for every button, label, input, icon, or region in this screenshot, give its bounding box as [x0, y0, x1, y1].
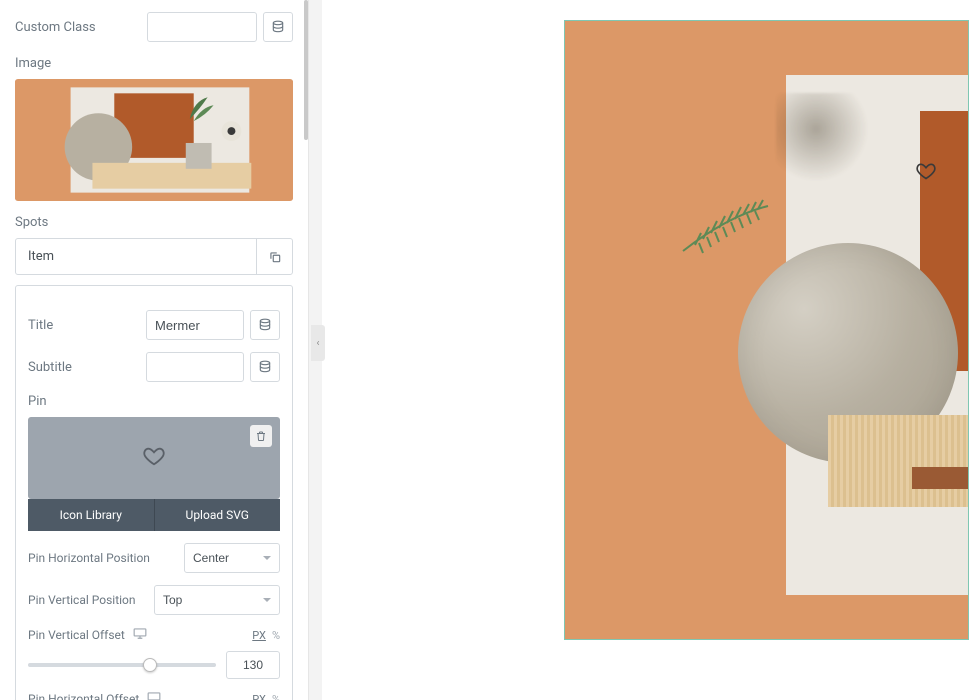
image-label: Image: [15, 56, 293, 71]
custom-class-row: Custom Class: [15, 12, 293, 42]
pin-v-offset-units: PX %: [252, 629, 280, 642]
custom-class-input[interactable]: [147, 12, 257, 42]
unit-percent[interactable]: %: [272, 693, 280, 700]
database-icon: [258, 360, 272, 374]
pin-icon-section: Icon Library Upload SVG: [28, 417, 280, 531]
copy-icon: [268, 250, 282, 264]
subtitle-controls: [80, 352, 280, 382]
pin-delete-button[interactable]: [250, 425, 272, 447]
subtitle-input[interactable]: [146, 352, 244, 382]
pin-h-offset-units: PX %: [252, 693, 280, 700]
pin-icon-preview[interactable]: [28, 417, 280, 499]
pin-h-position-row: Pin Horizontal Position Center: [28, 543, 280, 573]
pin-label: Pin: [28, 394, 280, 409]
title-row: Title: [28, 310, 280, 340]
decor-wood-strip: [912, 467, 968, 489]
pin-v-offset-input[interactable]: [226, 651, 280, 679]
preview-area: [322, 0, 969, 700]
title-controls: [61, 310, 280, 340]
title-input[interactable]: [146, 310, 244, 340]
trash-icon: [255, 430, 267, 442]
pin-h-position-select[interactable]: Center: [184, 543, 280, 573]
title-dynamic-button[interactable]: [250, 310, 280, 340]
pin-v-offset-row: Pin Vertical Offset PX %: [28, 627, 280, 679]
pin-h-offset-head: Pin Horizontal Offset PX %: [28, 691, 280, 700]
title-label: Title: [28, 318, 53, 333]
image-picker[interactable]: [15, 79, 293, 201]
spots-item[interactable]: Item: [16, 239, 256, 274]
decor-rosemary: [673, 196, 773, 266]
chevron-left-icon: ‹: [316, 338, 319, 349]
image-thumbnail: [15, 79, 293, 201]
custom-class-label: Custom Class: [15, 20, 96, 35]
properties-sidebar: Custom Class Image Spots Item: [0, 0, 308, 700]
pin-v-offset-body: [28, 651, 280, 679]
pin-h-offset-label: Pin Horizontal Offset: [28, 692, 139, 700]
responsive-device-icon[interactable]: [133, 627, 147, 643]
responsive-device-icon[interactable]: [147, 691, 161, 700]
pin-v-position-select[interactable]: Top: [154, 585, 280, 615]
pin-v-position-row: Pin Vertical Position Top: [28, 585, 280, 615]
unit-px[interactable]: PX: [252, 629, 266, 642]
decor-speckle: [776, 93, 876, 183]
custom-class-controls: [104, 12, 293, 42]
subtitle-label: Subtitle: [28, 360, 72, 375]
pin-v-offset-slider[interactable]: [28, 663, 216, 667]
pin-h-offset-row: Pin Horizontal Offset PX %: [28, 691, 280, 700]
subtitle-row: Subtitle: [28, 352, 280, 382]
database-icon: [271, 20, 285, 34]
tab-icon-library[interactable]: Icon Library: [28, 499, 155, 531]
hotspot-heart-icon[interactable]: [916, 161, 936, 185]
pin-v-position-select-wrap: Top: [154, 585, 280, 615]
tab-upload-svg[interactable]: Upload SVG: [155, 499, 281, 531]
item-details-panel: Title Subtitle Pin: [15, 285, 293, 700]
decor-wood-board: [828, 415, 968, 507]
dynamic-tags-button[interactable]: [263, 12, 293, 42]
pin-h-position-label: Pin Horizontal Position: [28, 551, 150, 565]
pin-h-position-select-wrap: Center: [184, 543, 280, 573]
pin-v-position-label: Pin Vertical Position: [28, 593, 136, 607]
spots-item-row: Item: [15, 238, 293, 275]
heart-icon: [143, 445, 165, 471]
pin-v-offset-head: Pin Vertical Offset PX %: [28, 627, 280, 643]
unit-px[interactable]: PX: [252, 693, 266, 700]
panel-divider: ‹: [308, 0, 322, 700]
unit-percent[interactable]: %: [272, 629, 280, 642]
preview-canvas[interactable]: [564, 20, 969, 640]
duplicate-item-button[interactable]: [256, 239, 292, 274]
collapse-sidebar-button[interactable]: ‹: [311, 325, 325, 361]
subtitle-dynamic-button[interactable]: [250, 352, 280, 382]
pin-v-offset-label: Pin Vertical Offset: [28, 628, 125, 642]
pin-source-tabs: Icon Library Upload SVG: [28, 499, 280, 531]
database-icon: [258, 318, 272, 332]
spots-label: Spots: [15, 215, 293, 230]
